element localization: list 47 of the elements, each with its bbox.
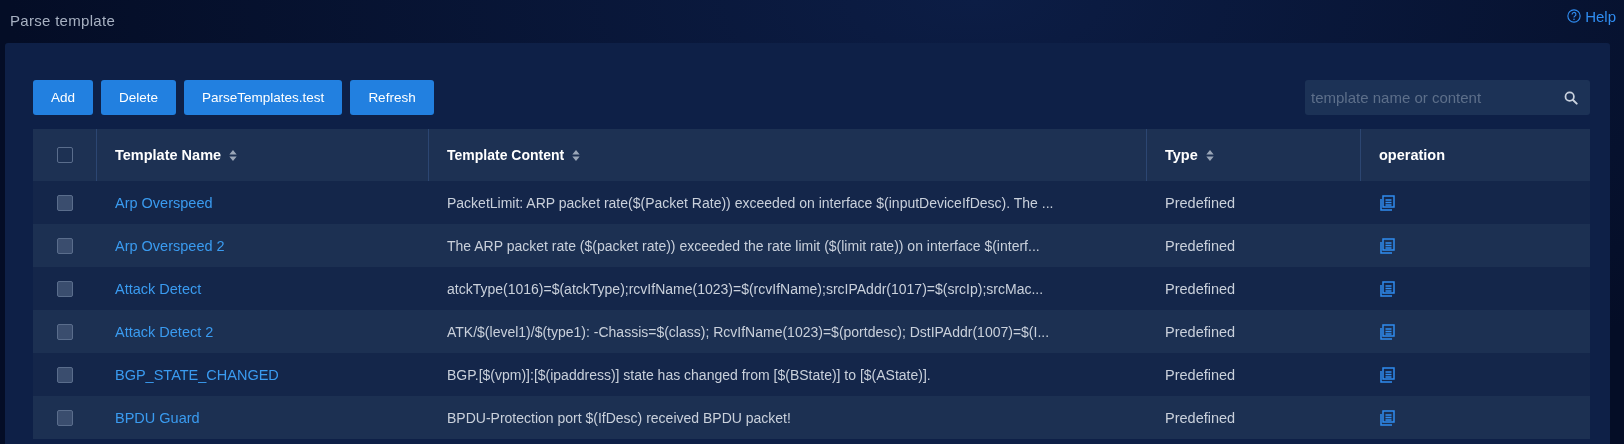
toolbar-button[interactable]: Refresh <box>350 79 434 115</box>
table-cell: BPDU-Protection port $(IfDesc) received BPDU packet! <box>447 409 791 426</box>
toolbar-button[interactable]: Delete <box>101 79 177 115</box>
table-cell: The ARP packet rate ($(packet rate)) exceeded the rate limit ($(limit rate)) on interface $(interf... <box>447 237 1040 254</box>
row-checkbox[interactable] <box>57 280 73 297</box>
table-cell: BGP.[$(vpm)]:[$(ipaddress)] state has changed from [$(BState)] to [$(AState)]. <box>447 366 931 383</box>
template-name-link[interactable]: Arp Overspeed 2 <box>115 237 225 254</box>
toolbar-button[interactable]: Add <box>33 79 94 115</box>
table-cell: atckType(1016)=$(atckType);rcvIfName(1023)=$(rcvIfName);srcIPAddr(1017)=$(srcIp);srcMac... <box>447 280 1044 297</box>
toolbar-button[interactable]: ParseTemplates.test <box>184 79 343 115</box>
template-name-link[interactable]: BGP_STATE_CHANGED <box>115 366 279 383</box>
table-cell: Predefined <box>1165 323 1236 340</box>
row-checkbox[interactable] <box>57 323 73 340</box>
table-cell: Predefined <box>1165 237 1236 254</box>
copy-icon[interactable] <box>1379 323 1395 340</box>
column-header[interactable]: Template Name <box>115 147 222 163</box>
table-cell: PacketLimit: ARP packet rate($(Packet Rate)) exceeded on interface $(inputDeviceIfDesc). The ... <box>447 194 1054 211</box>
column-header[interactable]: Type <box>1165 147 1198 163</box>
template-name-link[interactable]: Attack Detect <box>115 280 202 297</box>
sort-icon[interactable] <box>1205 149 1214 161</box>
row-checkbox[interactable] <box>57 366 73 383</box>
template-name-link[interactable]: Attack Detect 2 <box>115 323 214 340</box>
table-cell: Predefined <box>1165 409 1236 426</box>
column-header[interactable]: operation <box>1379 147 1446 163</box>
sort-icon[interactable] <box>572 149 581 161</box>
search-field[interactable]: template name or content <box>1305 79 1590 115</box>
table-cell: Predefined <box>1165 194 1236 211</box>
help-link[interactable]: Help <box>1567 7 1616 25</box>
page-title: Parse template <box>10 11 116 29</box>
copy-icon[interactable] <box>1379 237 1395 254</box>
template-name-link[interactable]: Arp Overspeed <box>115 194 213 211</box>
copy-icon[interactable] <box>1379 409 1395 426</box>
copy-icon[interactable] <box>1379 366 1395 383</box>
row-checkbox[interactable] <box>57 194 73 211</box>
help-icon <box>1567 9 1582 23</box>
copy-icon[interactable] <box>1379 194 1395 211</box>
template-name-link[interactable]: BPDU Guard <box>115 409 200 426</box>
table-cell: ATK/$(level1)/$(type1): -Chassis=$(class); RcvIfName(1023)=$(portdesc); DstIPAddr(1007)=$(I... <box>447 323 1050 340</box>
select-all-checkbox[interactable] <box>56 147 73 163</box>
row-checkbox[interactable] <box>57 409 73 426</box>
column-header[interactable]: Template Content <box>447 147 565 163</box>
table-cell: Predefined <box>1165 366 1236 383</box>
search-icon <box>1564 90 1578 105</box>
copy-icon[interactable] <box>1379 280 1395 297</box>
table-cell: Predefined <box>1165 280 1236 297</box>
sort-icon[interactable] <box>229 149 238 161</box>
row-checkbox[interactable] <box>57 237 73 254</box>
